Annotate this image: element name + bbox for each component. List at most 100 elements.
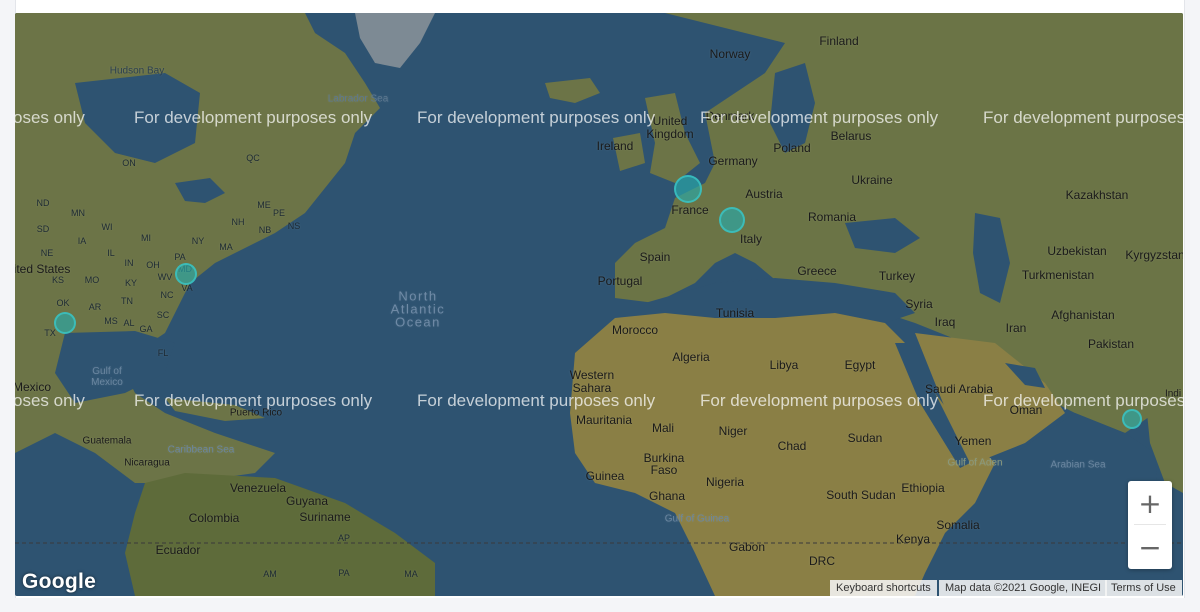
label-north-atlantic: North Atlantic Ocean	[390, 288, 446, 330]
label-finland: Finland	[819, 34, 859, 48]
label-wi: WI	[101, 222, 113, 232]
label-ecuador: Ecuador	[155, 543, 201, 557]
watermark: For development purposes only	[983, 391, 1183, 410]
label-in: IN	[124, 258, 134, 268]
label-ghana: Ghana	[648, 489, 686, 503]
label-ny: NY	[191, 236, 205, 246]
label-labrador-sea: Labrador Sea	[327, 93, 389, 105]
label-il: IL	[107, 248, 115, 258]
label-ky: KY	[124, 278, 138, 288]
label-on: ON	[122, 158, 136, 168]
label-mn: MN	[71, 208, 85, 218]
label-greece: Greece	[797, 264, 837, 278]
label-mali: Mali	[651, 421, 675, 435]
label-austria: Austria	[745, 187, 783, 201]
map-marker[interactable]	[54, 312, 76, 334]
label-sudan: Sudan	[847, 431, 883, 445]
label-ap: AP	[337, 533, 351, 543]
label-pakistan: Pakistan	[1087, 337, 1135, 351]
zoom-control: + −	[1128, 481, 1172, 569]
label-ma-br: MA	[404, 569, 418, 579]
map-basemap	[15, 13, 1183, 596]
label-ethiopia: Ethiopia	[901, 481, 945, 495]
watermark: For development purposes only	[134, 391, 373, 410]
label-al: AL	[123, 318, 135, 328]
label-turkmenistan: Turkmenistan	[1021, 268, 1095, 282]
watermark: For development purposes only	[417, 108, 656, 127]
label-algeria: Algeria	[672, 350, 710, 364]
watermark: For development purposes only	[700, 108, 939, 127]
zoom-in-button[interactable]: +	[1128, 481, 1172, 525]
watermark: oses only	[15, 108, 85, 127]
map-marker[interactable]	[175, 263, 197, 285]
label-ok: OK	[56, 298, 70, 308]
watermark: For development purposes only	[700, 391, 939, 410]
label-qc: QC	[246, 153, 260, 163]
label-turkey: Turkey	[878, 269, 916, 283]
label-me: ME	[257, 200, 271, 210]
label-afghanistan: Afghanistan	[1051, 308, 1115, 322]
watermark: For development purposes only	[417, 391, 656, 410]
label-am: AM	[263, 569, 277, 579]
label-ia: IA	[77, 236, 87, 246]
label-italy: Italy	[739, 232, 763, 246]
map-marker[interactable]	[719, 207, 745, 233]
map-marker[interactable]	[674, 175, 702, 203]
label-ireland: Ireland	[596, 139, 634, 153]
label-libya: Libya	[769, 358, 799, 372]
watermark: For development purposes only	[134, 108, 373, 127]
label-venezuela: Venezuela	[229, 481, 287, 495]
label-kazakhstan: Kazakhstan	[1065, 188, 1129, 202]
label-arabian-sea: Arabian Sea	[1050, 459, 1106, 471]
label-iraq: Iraq	[934, 315, 956, 329]
label-gulf-guinea: Gulf of Guinea	[664, 513, 730, 525]
label-romania: Romania	[807, 210, 857, 224]
label-ne: NE	[40, 248, 54, 258]
label-nc: NC	[160, 290, 174, 300]
map-canvas[interactable]: Hudson Bay Labrador Sea North Atlantic O…	[15, 13, 1183, 596]
label-tn: TN	[121, 296, 133, 306]
label-south-sudan: South Sudan	[826, 488, 896, 502]
label-somalia: Somalia	[936, 518, 980, 532]
label-uzbekistan: Uzbekistan	[1047, 244, 1107, 258]
label-chad: Chad	[777, 439, 807, 453]
label-suriname: Suriname	[299, 510, 351, 524]
label-portugal: Portugal	[597, 274, 643, 288]
label-yemen: Yemen	[954, 434, 992, 448]
label-egypt: Egypt	[844, 358, 876, 372]
label-niger: Niger	[718, 424, 748, 438]
label-france: France	[671, 203, 709, 217]
label-pa: PA	[174, 252, 186, 262]
label-guinea: Guinea	[585, 469, 625, 483]
map-marker[interactable]	[1122, 409, 1142, 429]
label-colombia: Colombia	[188, 511, 240, 525]
label-guatemala: Guatemala	[82, 435, 132, 447]
label-kenya: Kenya	[895, 532, 931, 546]
label-burkina-faso: Burkina Faso	[643, 451, 685, 477]
terms-of-use-link[interactable]: Terms of Use	[1105, 580, 1182, 596]
label-united-states: ited States	[15, 262, 71, 276]
keyboard-shortcuts-link[interactable]: Keyboard shortcuts	[830, 580, 937, 596]
label-nd: ND	[36, 198, 50, 208]
label-syria: Syria	[905, 297, 933, 311]
label-kyrgyzstan: Kyrgyzstan	[1125, 248, 1183, 262]
map-data-attribution: Map data ©2021 Google, INEGI	[939, 580, 1108, 596]
label-ks: KS	[51, 275, 65, 285]
google-logo[interactable]: Google	[22, 570, 96, 594]
label-iran: Iran	[1005, 321, 1027, 335]
label-ga: GA	[139, 324, 153, 334]
label-oh: OH	[146, 260, 160, 270]
label-nicaragua: Nicaragua	[124, 457, 170, 469]
land-greenland	[355, 13, 435, 68]
label-norway: Norway	[709, 47, 751, 61]
label-mo: MO	[84, 275, 100, 285]
label-caribbean: Caribbean Sea	[167, 444, 235, 456]
label-tx: TX	[44, 328, 56, 338]
label-pa-br: PA	[338, 568, 350, 578]
label-wv: WV	[157, 272, 173, 282]
zoom-out-button[interactable]: −	[1128, 525, 1172, 569]
label-ns: NS	[287, 221, 301, 231]
label-sc: SC	[156, 310, 170, 320]
label-ukraine: Ukraine	[851, 173, 893, 187]
land-iceland	[545, 78, 600, 103]
